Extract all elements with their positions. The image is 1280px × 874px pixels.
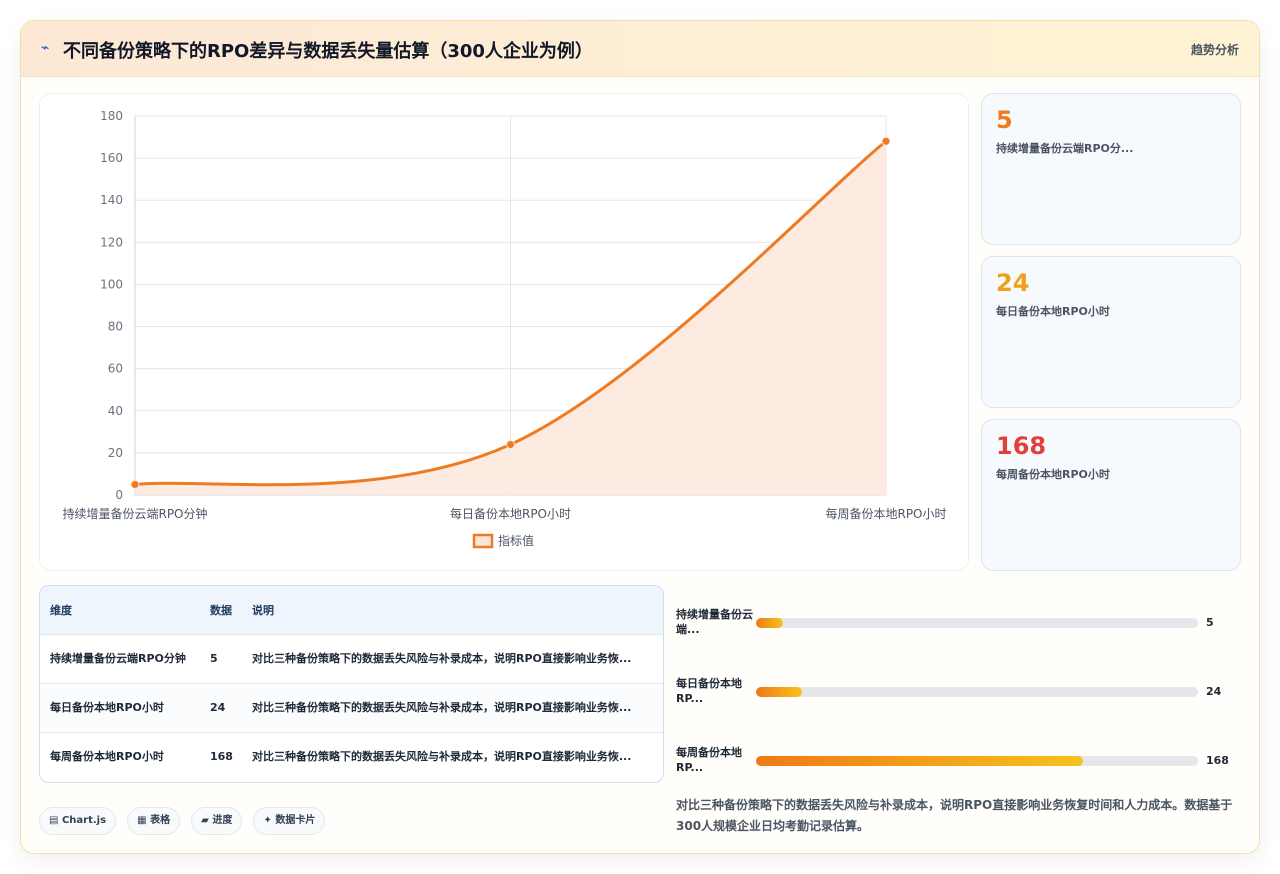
data-point: [881, 136, 891, 146]
y-tick-label: 140: [100, 193, 123, 207]
footnote: 对比三种备份策略下的数据丢失风险与补录成本，说明RPO直接影响业务恢复时间和人力…: [676, 798, 1233, 833]
legend-swatch: [472, 533, 494, 549]
table-cell-description: 对比三种备份策略下的数据丢失风险与补录成本，说明RPO直接影响业务恢...: [242, 731, 663, 781]
x-tick-label: 每日备份本地RPO小时: [450, 506, 571, 521]
x-tick-label: 持续增量备份云端RPO分钟: [62, 506, 207, 521]
legend-label: 指标值: [498, 533, 534, 548]
progress-value: 24: [1206, 685, 1222, 698]
y-tick-label: 20: [108, 446, 123, 460]
stat-label: 每周备份本地RPO小时: [996, 468, 1110, 481]
progress-value: 5: [1206, 616, 1214, 629]
table-icon: ▦: [137, 815, 147, 826]
chip-label: 进度: [212, 815, 233, 826]
line-chart-panel: 0 20 40 60 80 100 120 140 160 180 持续增量备份云端RPO分钟 每日备…: [39, 93, 969, 571]
progress-row: 每日备份本地RP... 24: [676, 670, 1246, 710]
table-header: 说明: [242, 586, 663, 634]
table-header: 数据: [200, 586, 242, 634]
progress-track: [756, 756, 1198, 766]
table-cell-value: 168: [200, 731, 242, 781]
stat-card-1: 5 持续增量备份云端RPO分...: [981, 93, 1241, 245]
table-cell-description: 对比三种备份策略下的数据丢失风险与补录成本，说明RPO直接影响业务恢...: [242, 633, 663, 683]
chip-data-cards[interactable]: ✦ 数据卡片: [253, 807, 326, 835]
progress-track: [756, 618, 1198, 628]
analysis-tag[interactable]: 趋势分析: [1191, 41, 1239, 58]
progress-fill: [756, 756, 1084, 766]
y-tick-label: 160: [100, 151, 123, 165]
chip-group: ▤ Chart.js ▦ 表格 ▰ 进度 ✦ 数据卡片: [39, 807, 331, 835]
y-tick-label: 180: [100, 109, 123, 123]
chip-chartjs[interactable]: ▤ Chart.js: [39, 807, 117, 835]
y-tick-label: 80: [108, 320, 123, 334]
progress-row: 每周备份本地RP... 168: [676, 739, 1246, 779]
sparkle-icon: ✦: [263, 815, 272, 826]
dashboard-card: ⌁ 不同备份策略下的RPO差异与数据丢失量估算（300人企业为例） 趋势分析 0…: [20, 20, 1260, 854]
progress-row: 持续增量备份云端... 5: [676, 601, 1246, 641]
line-chart: 0 20 40 60 80 100 120 140 160 180 持续增量备份云端RPO分钟 每日备…: [62, 109, 947, 549]
progress-value: 168: [1206, 754, 1229, 767]
progress-label: 每日备份本地RP...: [676, 677, 742, 705]
progress-label: 持续增量备份云端...: [676, 608, 753, 636]
description-text: 对比三种备份策略下的数据丢失风险与补录成本，说明RPO直接影响业务恢...: [252, 750, 632, 764]
y-tick-label: 60: [108, 362, 123, 376]
card-header: ⌁ 不同备份策略下的RPO差异与数据丢失量估算（300人企业为例） 趋势分析: [21, 21, 1259, 77]
chip-table[interactable]: ▦ 表格: [127, 807, 181, 835]
table-row: 持续增量备份云端RPO分钟 5 对比三种备份策略下的数据丢失风险与补录成本，说明…: [40, 633, 663, 683]
stat-card-2: 24 每日备份本地RPO小时: [981, 256, 1241, 408]
data-point: [506, 439, 515, 449]
chip-progress[interactable]: ▰ 进度: [191, 807, 243, 835]
table-cell-dimension: 每日备份本地RPO小时: [40, 682, 200, 732]
data-table: 维度 数据 说明 持续增量备份云端RPO分钟 5 对比三种备份策略下的数据丢失风…: [39, 585, 664, 783]
table-cell-value: 5: [200, 633, 242, 683]
description-text: 对比三种备份策略下的数据丢失风险与补录成本，说明RPO直接影响业务恢...: [252, 701, 632, 714]
data-point: [130, 479, 140, 489]
lightning-icon: ⌁: [41, 40, 50, 56]
table-row: 每周备份本地RPO小时 168 对比三种备份策略下的数据丢失风险与补录成本，说明…: [40, 731, 663, 781]
table-row: 每日备份本地RPO小时 24 对比三种备份策略下的数据丢失风险与补录成本，说明R…: [40, 682, 663, 732]
progress-label: 每周备份本地RP...: [676, 746, 742, 774]
stat-card-3: 168 每周备份本地RPO小时: [981, 419, 1241, 571]
x-tick-label: 每周备份本地RPO小时: [825, 506, 946, 521]
progress-track: [756, 687, 1198, 697]
chart-icon: ▤: [49, 815, 59, 826]
table-cell-dimension: 持续增量备份云端RPO分钟: [40, 633, 200, 683]
stat-value: 168: [996, 432, 1047, 460]
y-tick-label: 0: [115, 488, 123, 502]
progress-icon: ▰: [201, 815, 209, 826]
y-tick-label: 100: [100, 277, 123, 291]
table-cell-description: 对比三种备份策略下的数据丢失风险与补录成本，说明RPO直接影响业务恢...: [242, 682, 663, 732]
chip-label: 表格: [150, 815, 171, 826]
page-title: 不同备份策略下的RPO差异与数据丢失量估算（300人企业为例）: [63, 41, 593, 62]
table-header: 维度: [40, 586, 200, 634]
progress-fill: [756, 618, 783, 628]
table-cell-dimension: 每周备份本地RPO小时: [40, 731, 200, 781]
table-header-row: 维度 数据 说明: [40, 586, 663, 634]
stat-value: 24: [996, 269, 1030, 297]
stat-label: 每日备份本地RPO小时: [996, 305, 1110, 318]
stat-label: 持续增量备份云端RPO分...: [996, 142, 1134, 155]
chip-label: Chart.js: [61, 815, 107, 826]
chip-label: 数据卡片: [275, 815, 316, 826]
progress-fill: [756, 687, 803, 697]
y-tick-label: 120: [100, 235, 123, 249]
y-tick-label: 40: [108, 404, 123, 418]
description-text: 对比三种备份策略下的数据丢失风险与补录成本，说明RPO直接影响业务恢...: [252, 652, 632, 665]
stat-value: 5: [996, 106, 1013, 134]
table-cell-value: 24: [200, 682, 242, 732]
